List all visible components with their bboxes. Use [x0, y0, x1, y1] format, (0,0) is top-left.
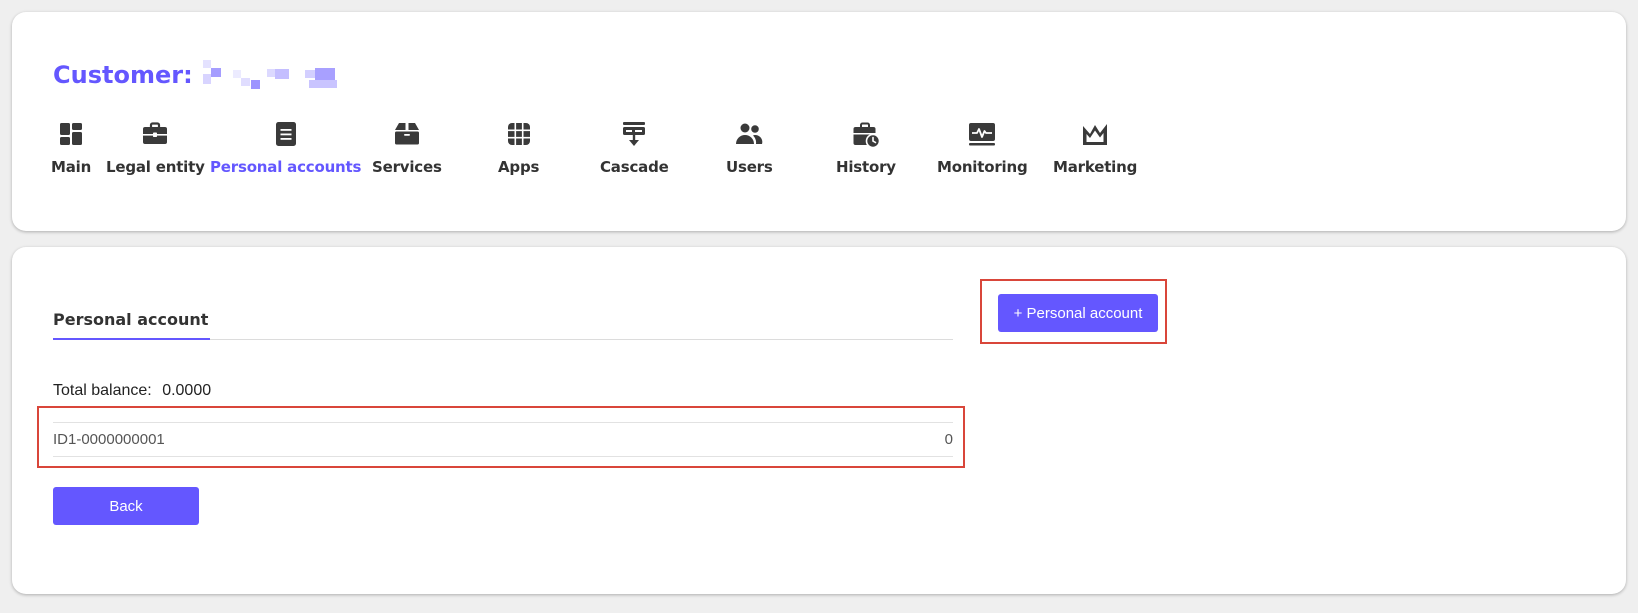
nav-label-marketing: Marketing: [1053, 158, 1138, 176]
nav-item-marketing[interactable]: Marketing: [1053, 120, 1137, 186]
nav-item-apps[interactable]: Apps: [498, 120, 539, 186]
nav-item-services[interactable]: Services: [372, 120, 442, 186]
tab-personal-account[interactable]: Personal account: [53, 310, 211, 340]
add-personal-account-button[interactable]: + Personal account: [998, 294, 1158, 332]
account-row[interactable]: ID1-0000000001 0: [53, 422, 953, 457]
cascade-icon: [623, 122, 646, 146]
nav-item-users[interactable]: Users: [726, 120, 773, 186]
customer-header-card: Customer: Main Legal entity Personal acc…: [12, 12, 1626, 231]
total-balance: Total balance: 0.0000: [53, 382, 211, 400]
nav-label-services: Services: [372, 158, 442, 176]
personal-accounts-card: Personal account + Personal account Tota…: [12, 247, 1626, 594]
page-title-label: Customer:: [53, 61, 193, 89]
nav-item-legal-entity[interactable]: Legal entity: [106, 120, 205, 186]
nav-item-cascade[interactable]: Cascade: [600, 120, 669, 186]
nav-label-cascade: Cascade: [600, 158, 669, 176]
monitoring-icon: [969, 123, 996, 146]
nav-label-main: Main: [51, 158, 92, 176]
nav-label-legal-entity: Legal entity: [106, 158, 205, 176]
total-balance-label: Total balance:: [53, 382, 152, 399]
history-icon: [853, 122, 880, 148]
briefcase-icon: [143, 122, 168, 144]
total-balance-value: 0.0000: [162, 382, 212, 399]
nav-label-apps: Apps: [498, 158, 540, 176]
tab-strip: Personal account: [53, 297, 953, 340]
add-account-highlight: + Personal account: [980, 279, 1167, 344]
nav-label-personal-accounts: Personal accounts: [210, 158, 362, 176]
nav-item-monitoring[interactable]: Monitoring: [937, 120, 1028, 186]
account-list-highlight: ID1-0000000001 0: [37, 406, 965, 468]
page-title: Customer:: [53, 60, 341, 90]
marketing-icon: [1083, 124, 1108, 145]
users-icon: [736, 123, 763, 144]
nav-item-history[interactable]: History: [836, 120, 896, 186]
nav-label-users: Users: [726, 158, 773, 176]
nav-label-monitoring: Monitoring: [937, 158, 1028, 176]
section-nav: Main Legal entity Personal accounts Serv…: [12, 120, 1212, 190]
box-icon: [394, 123, 419, 145]
dashboard-icon: [60, 123, 83, 145]
nav-item-personal-accounts[interactable]: Personal accounts: [210, 120, 361, 186]
account-id: ID1-0000000001: [53, 431, 165, 448]
nav-label-history: History: [836, 158, 896, 176]
back-button[interactable]: Back: [53, 487, 199, 525]
account-balance: 0: [944, 431, 953, 448]
nav-item-main[interactable]: Main: [51, 120, 91, 186]
apps-grid-icon: [507, 123, 530, 145]
redacted-customer-name: [201, 60, 341, 90]
document-icon: [275, 122, 296, 146]
